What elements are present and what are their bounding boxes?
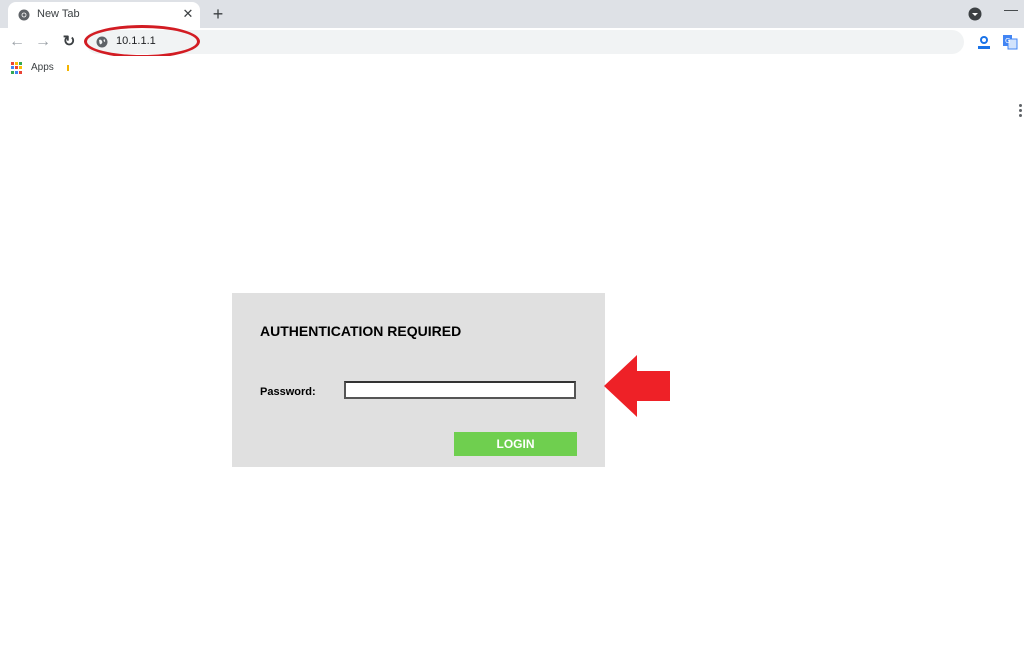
apps-grid-icon[interactable] xyxy=(11,62,23,74)
browser-tab[interactable]: New Tab ✕ xyxy=(8,2,200,28)
reload-button[interactable]: ↻ xyxy=(59,32,79,52)
url-highlight-ellipse xyxy=(84,25,200,58)
translate-extension-icon[interactable]: G xyxy=(1002,34,1018,50)
bookmark-folder-icon[interactable] xyxy=(67,65,69,71)
more-options-icon[interactable] xyxy=(1019,104,1023,118)
apps-bookmark[interactable]: Apps xyxy=(31,62,54,73)
tab-strip: New Tab ✕ + — xyxy=(0,0,1024,28)
new-tab-button[interactable]: + xyxy=(208,4,228,24)
address-bar[interactable]: 10.1.1.1 xyxy=(86,30,964,54)
forward-button[interactable]: → xyxy=(33,32,53,52)
minimize-button[interactable]: — xyxy=(1004,2,1018,16)
auth-title: AUTHENTICATION REQUIRED xyxy=(260,323,462,339)
tab-search-icon[interactable] xyxy=(968,7,982,21)
password-input[interactable] xyxy=(344,381,576,399)
profile-extension-icon[interactable] xyxy=(976,34,992,50)
back-button[interactable]: ← xyxy=(7,32,27,52)
svg-text:G: G xyxy=(1005,37,1010,45)
bookmarks-bar: Apps xyxy=(0,56,1024,78)
login-button[interactable]: LOGIN xyxy=(454,432,577,456)
password-label: Password: xyxy=(260,386,316,398)
tab-title: New Tab xyxy=(37,8,80,20)
authentication-panel: AUTHENTICATION REQUIRED Password: LOGIN xyxy=(232,293,605,467)
chrome-icon xyxy=(18,9,30,21)
left-arrow-icon xyxy=(604,355,670,417)
tab-close-button[interactable]: ✕ xyxy=(181,7,195,21)
